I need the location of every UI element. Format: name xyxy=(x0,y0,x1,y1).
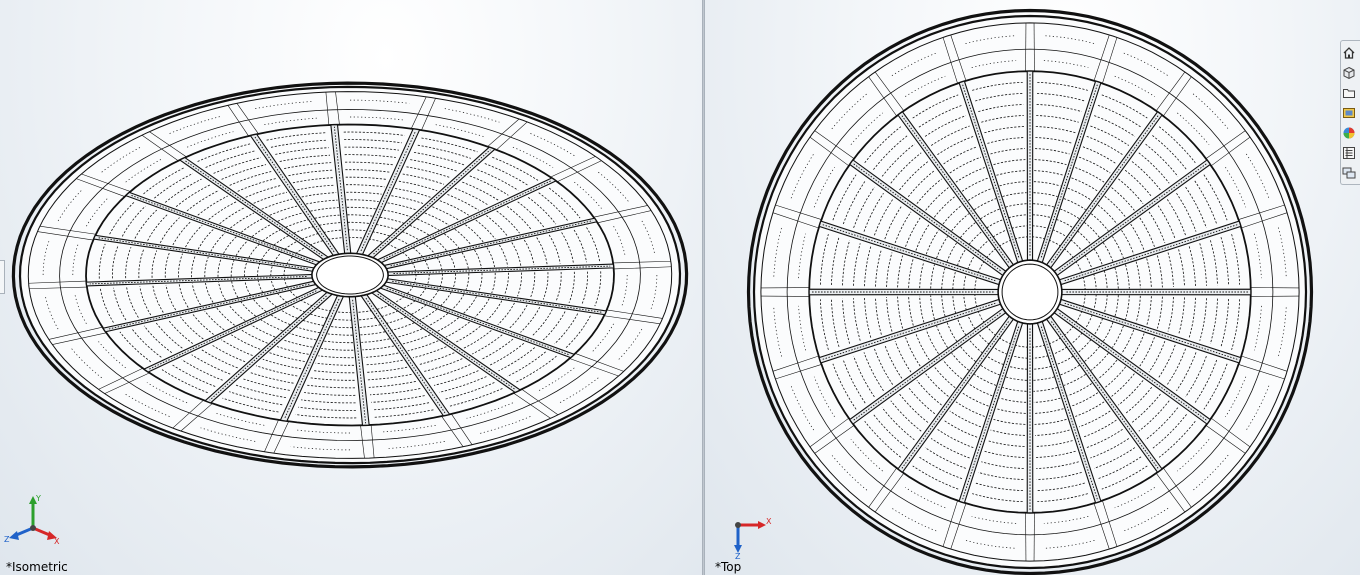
viewport-top[interactable]: X Z *Top xyxy=(705,0,1360,575)
wheel-model xyxy=(746,8,1314,575)
center-hub xyxy=(311,252,389,298)
home-icon[interactable] xyxy=(1342,43,1359,62)
viewport-isometric[interactable]: Y X Z *Isometric xyxy=(0,0,702,575)
triad-isometric: Y X Z xyxy=(4,494,60,546)
graphics-area: Y X Z *Isometric X Z *Top xyxy=(0,0,1360,575)
view-name-label: *Isometric xyxy=(6,560,68,574)
view-name-label: *Top xyxy=(715,560,742,574)
triad-z-axis: Z xyxy=(734,525,742,559)
triad-x-axis: X xyxy=(738,517,772,529)
center-hub xyxy=(997,259,1063,325)
svg-text:Z: Z xyxy=(735,552,741,559)
triad-z-axis: Z xyxy=(4,526,34,544)
view-toolbar xyxy=(1340,40,1360,185)
scenes-icon[interactable] xyxy=(1342,103,1359,122)
svg-text:X: X xyxy=(766,517,772,526)
folder-icon[interactable] xyxy=(1342,83,1359,102)
panel-expand-handle[interactable] xyxy=(0,260,5,294)
wheel-model xyxy=(11,81,689,469)
triad-top: X Z xyxy=(734,517,772,559)
model-top[interactable] xyxy=(705,0,1360,575)
svg-text:X: X xyxy=(54,537,60,546)
triad-y-axis: Y xyxy=(29,494,41,528)
display-manager-icon[interactable] xyxy=(1342,163,1359,182)
svg-text:Z: Z xyxy=(4,535,10,544)
list-icon[interactable] xyxy=(1342,143,1359,162)
triad-x-axis: X xyxy=(32,526,60,546)
model-isometric[interactable] xyxy=(0,0,702,575)
appearances-icon[interactable] xyxy=(1342,123,1359,142)
cube-icon[interactable] xyxy=(1342,63,1359,82)
svg-text:Y: Y xyxy=(35,494,41,503)
